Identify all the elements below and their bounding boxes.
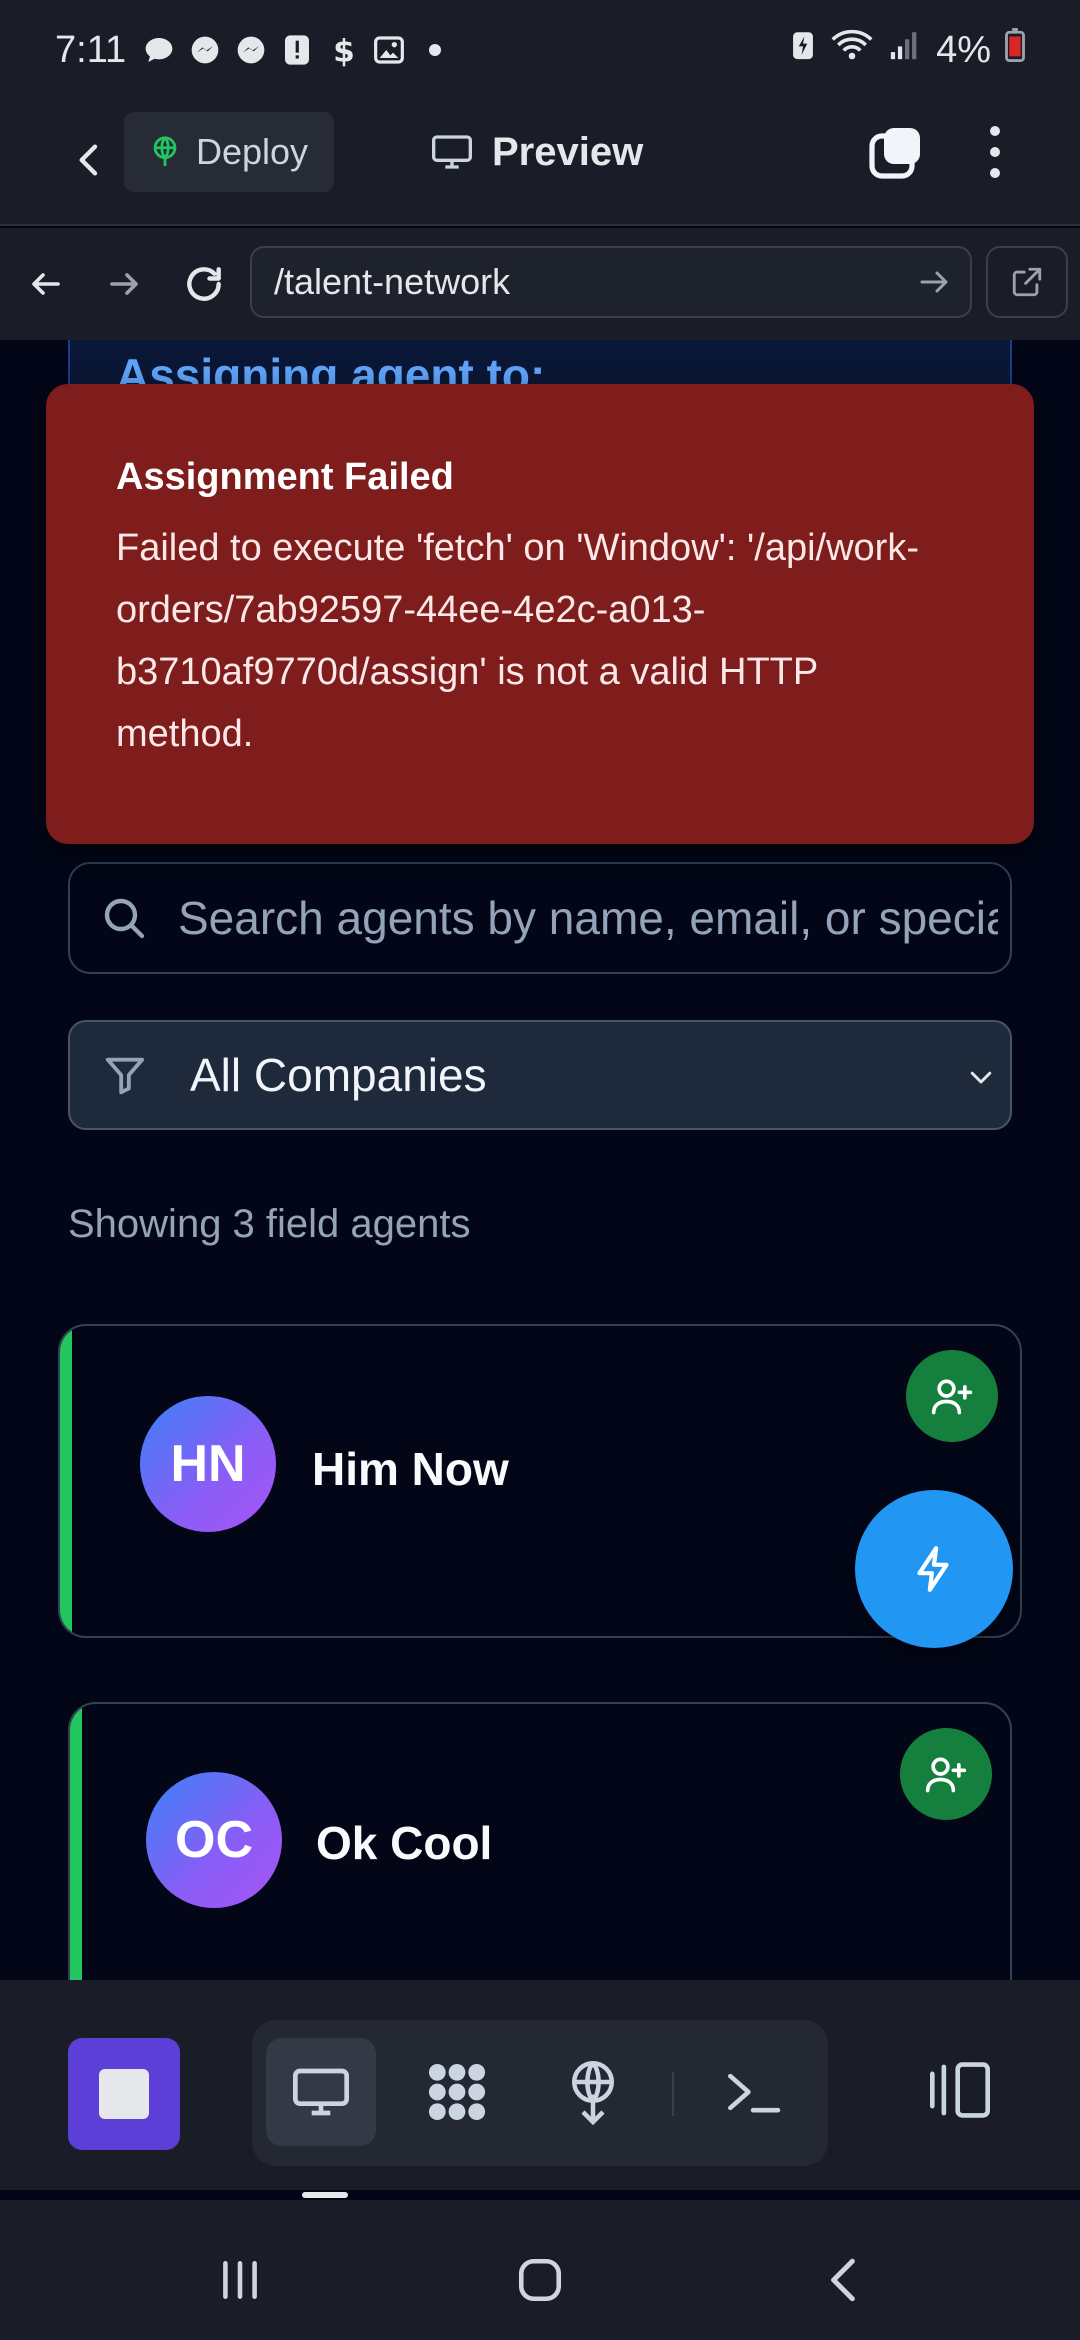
status-time: 7:11 xyxy=(55,28,127,71)
assign-agent-button[interactable] xyxy=(906,1350,998,1442)
filter-icon xyxy=(105,1057,145,1095)
more-options-icon[interactable] xyxy=(980,120,1010,184)
page-content: Assigning agent to: Search agents by nam… xyxy=(0,340,1080,1980)
deploy-label: Deploy xyxy=(196,131,309,172)
error-toast[interactable]: Assignment Failed Failed to execute 'fet… xyxy=(46,384,1034,844)
preview-label: Preview xyxy=(492,129,644,174)
battery-icon xyxy=(1005,28,1025,72)
deploy-button[interactable]: Deploy xyxy=(124,112,334,192)
home-button[interactable] xyxy=(500,2240,580,2320)
reload-button[interactable] xyxy=(176,256,232,312)
search-placeholder: Search agents by name, email, or special… xyxy=(178,892,998,944)
deploy-icon xyxy=(153,136,177,167)
chevron-down-icon xyxy=(970,1071,992,1084)
image-icon xyxy=(372,33,406,67)
dot-icon xyxy=(418,33,452,67)
arrow-right-icon xyxy=(110,273,138,295)
tool-deploy[interactable] xyxy=(538,2038,648,2146)
browser-forward-button[interactable] xyxy=(96,256,152,312)
preview-tab[interactable]: Preview xyxy=(430,122,643,182)
panel-toggle-button[interactable] xyxy=(910,2040,1010,2140)
toast-title: Assignment Failed xyxy=(116,456,454,498)
signal-icon xyxy=(888,28,922,72)
toolbar-divider xyxy=(672,2072,674,2116)
terminal-icon xyxy=(728,2073,781,2113)
messenger-icon xyxy=(188,33,222,67)
chevron-left-icon xyxy=(831,2258,855,2302)
lightning-icon xyxy=(917,1546,949,1592)
dollar-icon: $ xyxy=(326,33,360,67)
alert-icon xyxy=(280,33,314,67)
home-indicator xyxy=(302,2192,348,2198)
browser-back-button[interactable] xyxy=(18,256,74,312)
stop-button[interactable] xyxy=(68,2038,180,2150)
agent-count-text: Showing 3 field agents xyxy=(68,1202,471,1246)
tool-group xyxy=(252,2020,828,2166)
stop-icon xyxy=(99,2069,149,2119)
status-right: 4% xyxy=(790,28,1025,72)
tool-agents[interactable] xyxy=(402,2038,512,2146)
home-icon xyxy=(518,2258,562,2302)
messenger-icon xyxy=(234,33,268,67)
agent-card[interactable]: OC Ok Cool xyxy=(68,1702,1012,1980)
deploy-icon xyxy=(572,2061,614,2125)
quick-action-fab[interactable] xyxy=(855,1490,1013,1648)
open-external-button[interactable] xyxy=(986,246,1068,318)
search-input[interactable]: Search agents by name, email, or special… xyxy=(68,862,1012,974)
agent-name: Ok Cool xyxy=(316,1817,493,1869)
panel-icon xyxy=(930,2062,990,2118)
search-icon xyxy=(104,898,145,939)
company-filter-select[interactable]: All Companies xyxy=(68,1020,1012,1130)
assign-agent-button[interactable] xyxy=(900,1728,992,1820)
chevron-left-icon xyxy=(79,144,98,176)
tool-terminal[interactable] xyxy=(698,2038,808,2146)
card-accent-bar xyxy=(70,1704,82,1980)
toast-message: Failed to execute 'fetch' on 'Window': '… xyxy=(116,527,919,755)
monitor-icon xyxy=(432,135,472,169)
arrow-left-icon xyxy=(32,273,60,295)
reload-icon xyxy=(187,267,221,301)
battery-percent: 4% xyxy=(936,28,991,71)
monitor-icon xyxy=(293,2068,349,2116)
tabs-icon[interactable] xyxy=(868,124,924,180)
browser-bar: /talent-network xyxy=(0,228,1080,340)
system-back-button[interactable] xyxy=(804,2240,884,2320)
system-nav-bar xyxy=(0,2200,1080,2340)
svg-text:$: $ xyxy=(333,33,355,67)
user-plus-icon xyxy=(931,1379,973,1415)
external-link-icon xyxy=(1012,267,1042,297)
url-text: /talent-network xyxy=(274,261,511,302)
wifi-icon xyxy=(830,28,874,72)
avatar: OC xyxy=(146,1772,282,1908)
avatar: HN xyxy=(140,1396,276,1532)
back-button[interactable] xyxy=(60,130,120,190)
recent-apps-button[interactable] xyxy=(200,2240,280,2320)
chat-bubble-icon xyxy=(142,33,176,67)
notification-icons: $ xyxy=(142,33,452,67)
bottom-toolbar xyxy=(0,1980,1080,2190)
agent-name: Him Now xyxy=(312,1443,509,1495)
url-field[interactable]: /talent-network xyxy=(250,246,972,318)
user-plus-icon xyxy=(925,1757,967,1793)
avatar-initials: OC xyxy=(175,1811,253,1869)
company-filter-value: All Companies xyxy=(190,1049,487,1101)
go-arrow-icon[interactable] xyxy=(916,264,952,300)
recents-icon xyxy=(223,2261,257,2299)
battery-saver-icon xyxy=(790,28,816,72)
app-header: Deploy Preview xyxy=(0,100,1080,226)
status-bar: 7:11 $ 4% xyxy=(0,0,1080,100)
cluster-icon xyxy=(428,2063,486,2121)
card-accent-bar xyxy=(60,1326,72,1636)
avatar-initials: HN xyxy=(170,1435,246,1493)
tool-preview[interactable] xyxy=(266,2038,376,2146)
